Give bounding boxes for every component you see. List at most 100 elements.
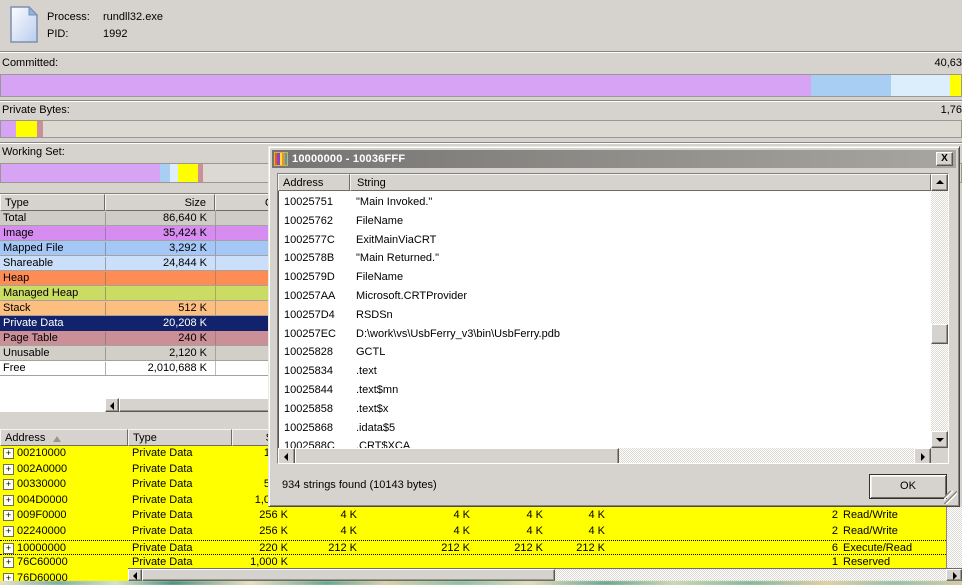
scroll-right-button[interactable] xyxy=(946,569,962,581)
string-row-value: ExitMainViaCRT xyxy=(356,234,436,247)
string-row[interactable]: 10025868 .idata$5 xyxy=(278,419,928,438)
string-row-value: "Main Returned." xyxy=(356,252,439,265)
scrollbar-thumb[interactable] xyxy=(931,324,948,344)
region-row-address: 02240000 xyxy=(17,525,66,538)
expand-icon[interactable]: + xyxy=(3,557,14,568)
summary-row-type: Heap xyxy=(3,272,29,284)
summary-row-size: 35,424 K xyxy=(105,227,207,241)
region-row[interactable]: +10000000Private Data220 K212 K212 K212 … xyxy=(0,540,946,556)
strings-vertical-scrollbar[interactable] xyxy=(931,174,948,448)
region-row-address: 10000000 xyxy=(17,542,66,555)
region-row-address: 004D0000 xyxy=(17,494,68,507)
summary-row-size: 240 K xyxy=(105,332,207,346)
usage-segment-page-table xyxy=(198,164,203,182)
working-set-label: Working Set: xyxy=(2,146,65,159)
string-row-value: .text xyxy=(356,365,377,378)
string-row-address: 10025868 xyxy=(284,422,333,435)
summary-row-size: 2,010,688 K xyxy=(105,362,207,376)
process-file-icon xyxy=(8,5,40,45)
string-row-value: .idata$5 xyxy=(356,422,395,435)
region-row-address: 009F0000 xyxy=(17,509,67,522)
dialog-titlebar[interactable]: 10000000 - 10036FFF X xyxy=(272,150,956,168)
summary-row-type: Private Data xyxy=(3,317,64,329)
string-row[interactable]: 10025844.text$mn xyxy=(278,381,928,400)
strings-column-header-string[interactable]: String xyxy=(350,174,931,191)
string-row-value: Microsoft.CRTProvider xyxy=(356,290,467,303)
string-row[interactable]: 100257D4 RSDSn xyxy=(278,306,928,325)
string-row[interactable]: 1002579DFileName xyxy=(278,268,928,287)
grid-line xyxy=(215,286,216,301)
string-row[interactable]: 100257ECD:\work\vs\UsbFerry_v3\bin\UsbFe… xyxy=(278,325,928,344)
process-label: Process: xyxy=(47,11,90,24)
summary-row-size: 20,208 K xyxy=(105,317,207,331)
ok-button[interactable]: OK xyxy=(869,474,947,499)
scroll-left-button[interactable] xyxy=(105,398,119,412)
usage-segment-shareable xyxy=(891,75,950,96)
private-bytes-label: Private Bytes: xyxy=(2,104,70,117)
string-row[interactable]: 10025858.text$x xyxy=(278,400,928,419)
expand-icon[interactable]: + xyxy=(3,464,14,475)
expand-icon[interactable]: + xyxy=(3,479,14,490)
string-row[interactable]: 10025751 "Main Invoked." xyxy=(278,193,928,212)
string-row-value: "Main Invoked." xyxy=(356,196,432,209)
grid-line xyxy=(215,346,216,361)
region-row-type: Private Data xyxy=(132,447,193,460)
strings-horizontal-scrollbar[interactable] xyxy=(278,448,931,464)
close-icon[interactable]: X xyxy=(936,152,953,166)
string-row[interactable]: 1002577CExitMainViaCRT xyxy=(278,231,928,250)
summary-row-type: Shareable xyxy=(3,257,53,269)
expand-icon[interactable]: + xyxy=(3,495,14,506)
region-column-header-type[interactable]: Type xyxy=(128,429,232,446)
string-row-value: FileName xyxy=(356,271,403,284)
string-row-address: 100257EC xyxy=(284,328,336,341)
string-row[interactable]: 1002578B"Main Returned." xyxy=(278,249,928,268)
scroll-up-button[interactable] xyxy=(931,174,948,191)
scroll-down-button[interactable] xyxy=(931,431,948,448)
string-row[interactable]: 10025762FileName xyxy=(278,212,928,231)
summary-row-size xyxy=(105,272,207,286)
pid-label: PID: xyxy=(47,28,68,41)
string-row-address: 10025844 xyxy=(284,384,333,397)
summary-row-type: Unusable xyxy=(3,347,49,359)
string-row-address: 10025751 xyxy=(284,196,333,209)
usage-segment-page-table xyxy=(37,121,43,137)
usage-segment-image xyxy=(1,164,160,182)
string-row[interactable]: 10025834 .text xyxy=(278,362,928,381)
strings-list: Address String 10025751"Main Invoked."10… xyxy=(277,173,949,464)
summary-row-size: 512 K xyxy=(105,302,207,316)
string-row[interactable]: 100257AAMicrosoft.CRTProvider xyxy=(278,287,928,306)
scrollbar-thumb[interactable] xyxy=(295,448,619,464)
expand-icon[interactable]: + xyxy=(3,573,14,581)
region-row-value: 212 K xyxy=(576,542,605,555)
scroll-left-button[interactable] xyxy=(278,448,295,464)
expand-icon[interactable]: + xyxy=(3,526,14,537)
sort-ascending-icon xyxy=(53,436,61,442)
region-horizontal-scrollbar[interactable] xyxy=(128,568,962,581)
region-row-size: 256 K xyxy=(259,509,288,522)
resize-grip[interactable] xyxy=(944,491,957,504)
string-row-address: 10025834 xyxy=(284,365,333,378)
strings-column-header-address[interactable]: Address xyxy=(278,174,350,191)
string-row-address: 100257D4 xyxy=(284,309,335,322)
string-row-value: RSDSn xyxy=(356,309,393,322)
region-row[interactable]: +009F0000Private Data256 K4 K4 K4 K4 K2R… xyxy=(0,508,946,524)
summary-column-header-size[interactable]: Size xyxy=(105,194,215,211)
grid-line xyxy=(215,241,216,256)
expand-icon[interactable]: + xyxy=(3,543,14,554)
expand-icon[interactable]: + xyxy=(3,510,14,521)
region-row-type: Private Data xyxy=(132,463,193,476)
vmmap-app-icon xyxy=(274,152,288,166)
region-row-value: 4 K xyxy=(340,509,357,522)
scroll-right-button[interactable] xyxy=(914,448,931,464)
grid-line xyxy=(215,211,216,226)
usage-segment-private xyxy=(950,75,962,96)
scrollbar-thumb[interactable] xyxy=(142,569,555,581)
region-row[interactable]: +02240000Private Data256 K4 K4 K4 K4 K2R… xyxy=(0,524,946,540)
expand-icon[interactable]: + xyxy=(3,448,14,459)
summary-column-header-type[interactable]: Type xyxy=(0,194,105,211)
string-row[interactable]: 10025828GCTL xyxy=(278,343,928,362)
scroll-left-button[interactable] xyxy=(128,569,142,581)
separator xyxy=(0,142,962,144)
region-column-header-address[interactable]: Address xyxy=(0,429,128,446)
region-column-header-address-label: Address xyxy=(5,432,45,444)
